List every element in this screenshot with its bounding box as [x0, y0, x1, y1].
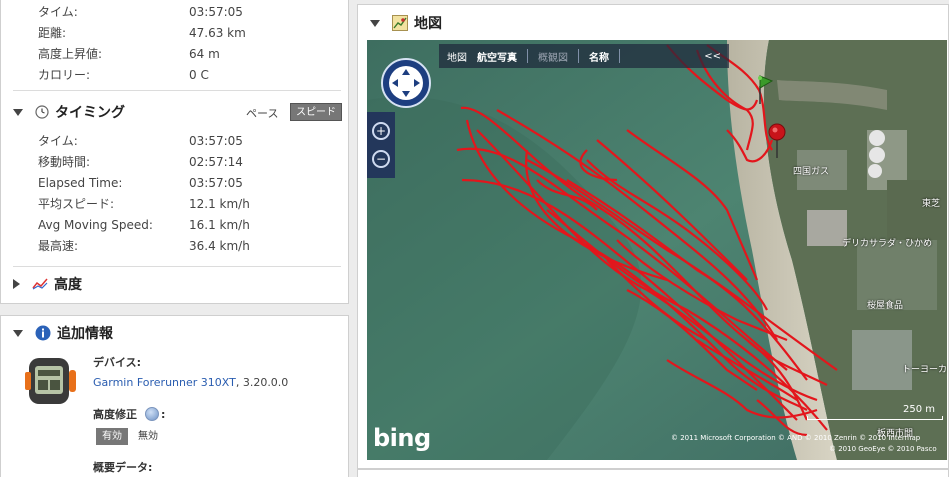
map-labels-button[interactable]: 名称	[589, 49, 609, 64]
map-place-label: デリカサラダ・ひかめ	[842, 239, 933, 249]
map-copyright-2: © 2010 GeoEye © 2010 Pasco	[829, 445, 937, 453]
divider	[13, 90, 341, 91]
stat-row: カロリー: 0 C	[38, 65, 298, 85]
device-label: デバイス:	[93, 356, 142, 369]
elevation-chart-icon	[32, 278, 48, 290]
bing-logo: bing	[373, 424, 431, 452]
stat-label: 高度上昇値:	[38, 47, 103, 61]
tank	[869, 147, 885, 163]
collapse-triangle-icon[interactable]	[370, 19, 380, 27]
map-panel: 地図 四国ガス 東芝 デリカサラダ・ひかめ 桜屋食品 トーヨーカ 板西市間 地図…	[357, 4, 949, 469]
stat-label: 距離:	[38, 26, 67, 40]
divider	[13, 266, 341, 267]
elevation-header[interactable]: 高度	[13, 272, 82, 296]
map-icon	[392, 15, 408, 31]
stat-row: 最高速: 36.4 km/h	[38, 236, 298, 256]
stat-label: 平均スピード:	[38, 197, 115, 211]
stat-label: タイム:	[38, 134, 78, 148]
help-icon[interactable]	[145, 407, 159, 421]
additional-info-title: 追加情報	[57, 326, 113, 342]
elevation-title: 高度	[54, 277, 82, 293]
map-place-label: トーヨーカンパニー	[902, 365, 947, 375]
map-view[interactable]: 四国ガス 東芝 デリカサラダ・ひかめ 桜屋食品 トーヨーカンパニー 板西市間 地…	[367, 40, 947, 460]
toolbar-collapse-button[interactable]: <<	[704, 51, 721, 62]
stat-value: 47.63 km	[189, 26, 246, 40]
stat-row: 平均スピード: 12.1 km/h	[38, 194, 298, 214]
additional-info-panel: 追加情報 デバイス: Garmin Forerunner 310XT, 3.20…	[0, 315, 349, 477]
stat-row: Elapsed Time: 03:57:05	[38, 173, 298, 193]
map-header[interactable]: 地図	[370, 11, 442, 35]
device-name-link[interactable]: Garmin Forerunner 310XT	[93, 376, 236, 389]
elevation-correction-off-button[interactable]: 無効	[138, 428, 158, 445]
device-version: , 3.20.0.0	[235, 376, 289, 389]
zoom-control: + −	[367, 112, 395, 178]
stat-value: 36.4 km/h	[189, 239, 250, 253]
stat-label: タイム:	[38, 5, 78, 19]
collapse-triangle-icon[interactable]	[13, 329, 23, 337]
map-type-birdseye-button[interactable]: 概観図	[538, 49, 568, 64]
stat-row: 高度上昇値: 64 m	[38, 44, 298, 64]
zoom-in-icon[interactable]: +	[372, 122, 390, 140]
stat-label: 最高速:	[38, 239, 79, 253]
additional-info-header[interactable]: 追加情報	[13, 321, 113, 345]
map-type-aerial-button[interactable]: 航空写真	[477, 49, 517, 64]
stats-panel: タイム: 03:57:05 距離: 47.63 km 高度上昇値: 64 m カロリー: 0 …	[0, 0, 349, 304]
map-type-road-button[interactable]: 地図	[447, 49, 467, 64]
zoom-out-icon[interactable]: −	[372, 150, 390, 168]
summary-data-label: 概要データ:	[93, 461, 153, 474]
stat-value: 0 C	[189, 68, 209, 82]
map-title: 地図	[414, 16, 442, 32]
pan-arrows-icon[interactable]	[389, 66, 423, 100]
collapse-triangle-icon[interactable]	[13, 108, 23, 116]
stat-value: 12.1 km/h	[189, 197, 250, 211]
stat-label: 移動時間:	[38, 155, 91, 169]
tank	[868, 164, 882, 178]
stat-value: 03:57:05	[189, 134, 243, 148]
info-icon	[35, 325, 51, 341]
elevation-correction-on-button[interactable]: 有効	[96, 428, 128, 445]
expand-triangle-icon[interactable]	[13, 279, 20, 289]
stat-row: タイム: 03:57:05	[38, 2, 298, 22]
map-scale-bar	[807, 416, 943, 420]
tank	[869, 130, 885, 146]
map-type-toolbar: 地図 航空写真 概観図 名称 <<	[439, 44, 729, 68]
building-block	[852, 330, 912, 390]
map-scale-label: 250 m	[903, 404, 936, 415]
stat-value: 03:57:05	[189, 176, 243, 190]
stat-row: タイム: 03:57:05	[38, 131, 298, 151]
map-copyright: © 2011 Microsoft Corporation © AND © 201…	[671, 434, 921, 442]
map-pan-control[interactable]	[381, 58, 431, 108]
stat-label: Avg Moving Speed:	[38, 218, 153, 232]
timing-header[interactable]: タイミング	[13, 100, 125, 124]
elevation-correction-text: 高度修正	[93, 408, 137, 421]
left-column: タイム: 03:57:05 距離: 47.63 km 高度上昇値: 64 m カロリー: 0 …	[0, 0, 349, 477]
stat-row: 距離: 47.63 km	[38, 23, 298, 43]
timing-title: タイミング	[55, 105, 125, 121]
building-block	[807, 210, 847, 246]
stat-value: 02:57:14	[189, 155, 243, 169]
elevation-correction-label: 高度修正 :	[93, 407, 166, 421]
map-place-label: 桜屋食品	[867, 301, 904, 311]
device-info: Garmin Forerunner 310XT, 3.20.0.0	[93, 376, 288, 389]
pace-toggle[interactable]: ペース	[246, 105, 278, 121]
stat-row: 移動時間: 02:57:14	[38, 152, 298, 172]
map-place-label: 四国ガス	[793, 167, 830, 177]
stat-label: カロリー:	[38, 68, 91, 82]
speed-toggle-button[interactable]: スピード	[290, 103, 342, 121]
stat-label: Elapsed Time:	[38, 176, 123, 190]
device-watch-image	[25, 358, 76, 404]
stat-row: Avg Moving Speed: 16.1 km/h	[38, 215, 298, 235]
next-panel-edge	[357, 469, 949, 477]
stat-value: 16.1 km/h	[189, 218, 250, 232]
building-block	[887, 180, 947, 240]
stat-value: 64 m	[189, 47, 220, 61]
aerial-map-image[interactable]	[367, 40, 947, 460]
stat-value: 03:57:05	[189, 5, 243, 19]
clock-icon	[35, 105, 49, 119]
map-place-label: 東芝	[922, 199, 941, 209]
